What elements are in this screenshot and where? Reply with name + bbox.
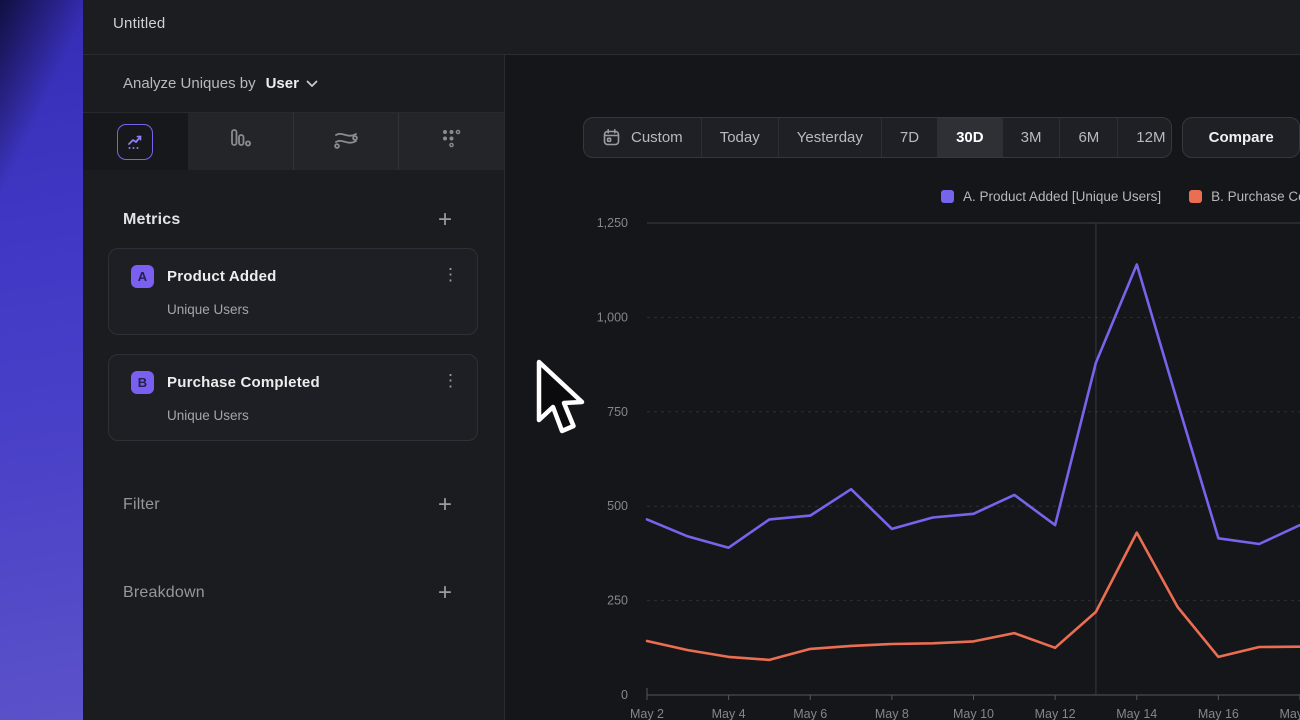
- main-pane: Custom Today Yesterday 7D 30D 3M 6M 12M …: [505, 55, 1300, 720]
- range-label: 3M: [1021, 129, 1042, 146]
- filter-heading: Filter: [123, 496, 160, 514]
- chart-type-tabs: [83, 113, 504, 170]
- legend-label: B. Purchase Completed [Unique Users]: [1211, 189, 1300, 204]
- line-chart: 0 250 500 750 1,000 1,250 May 2 May 4 May 6 May 8…: [505, 205, 1300, 720]
- metrics-section-header: Metrics +: [83, 208, 504, 232]
- metric-measure: Unique Users: [167, 408, 461, 423]
- metrics-heading: Metrics: [123, 211, 180, 229]
- legend-swatch-b: [1189, 190, 1202, 203]
- analyze-by-dropdown[interactable]: User: [266, 75, 318, 93]
- metric-card-a[interactable]: A Product Added ⋮ Unique Users: [108, 248, 478, 335]
- analyze-label: Analyze Uniques by: [123, 75, 256, 92]
- range-30d[interactable]: 30D: [937, 118, 1002, 157]
- add-metric-button[interactable]: +: [438, 208, 452, 232]
- chart-legend: A. Product Added [Unique Users] B. Purch…: [941, 189, 1300, 204]
- svg-text:May 8: May 8: [875, 707, 909, 720]
- calendar-icon: [602, 128, 621, 147]
- svg-text:May 2: May 2: [630, 707, 664, 720]
- range-12m[interactable]: 12M: [1117, 118, 1172, 157]
- range-yesterday[interactable]: Yesterday: [778, 118, 881, 157]
- range-label: Custom: [631, 129, 683, 146]
- svg-text:May 10: May 10: [953, 707, 994, 720]
- metric-badge-a: A: [131, 265, 154, 288]
- analyze-by-value: User: [266, 75, 299, 92]
- svg-text:750: 750: [607, 405, 628, 419]
- range-6m[interactable]: 6M: [1059, 118, 1117, 157]
- legend-item-b[interactable]: B. Purchase Completed [Unique Users]: [1189, 189, 1300, 204]
- app-window: Untitled Analyze Uniques by User: [0, 0, 1300, 720]
- bar-chart-icon: [227, 126, 253, 157]
- add-breakdown-button[interactable]: +: [438, 581, 452, 605]
- tab-line-chart[interactable]: [83, 113, 188, 170]
- svg-text:0: 0: [621, 688, 628, 702]
- range-label: 6M: [1078, 129, 1099, 146]
- svg-text:1,250: 1,250: [597, 216, 628, 230]
- metric-name: Product Added: [167, 268, 277, 285]
- svg-text:1,000: 1,000: [597, 310, 628, 324]
- metric-measure: Unique Users: [167, 302, 461, 317]
- range-label: 7D: [900, 129, 919, 146]
- svg-text:500: 500: [607, 499, 628, 513]
- add-filter-button[interactable]: +: [438, 493, 452, 517]
- filter-section-header: Filter +: [83, 493, 504, 517]
- metric-badge-b: B: [131, 371, 154, 394]
- svg-text:May 6: May 6: [793, 707, 827, 720]
- range-custom[interactable]: Custom: [584, 118, 701, 157]
- kebab-menu-icon[interactable]: ⋮: [442, 265, 459, 285]
- chevron-down-icon: [306, 75, 318, 93]
- range-label: 30D: [956, 129, 984, 146]
- range-3m[interactable]: 3M: [1002, 118, 1060, 157]
- range-today[interactable]: Today: [701, 118, 778, 157]
- tab-bar-chart[interactable]: [188, 113, 293, 170]
- grid-icon: [439, 126, 465, 157]
- range-label: Today: [720, 129, 760, 146]
- breakdown-heading: Breakdown: [123, 584, 205, 602]
- date-range-toolbar: Custom Today Yesterday 7D 30D 3M 6M 12M …: [583, 117, 1300, 158]
- svg-text:250: 250: [607, 594, 628, 608]
- metric-name: Purchase Completed: [167, 374, 320, 391]
- compare-button[interactable]: Compare: [1182, 117, 1300, 158]
- brand-accent-strip: [0, 0, 83, 720]
- metric-row: B Purchase Completed: [131, 371, 461, 394]
- svg-text:May 16: May 16: [1198, 707, 1239, 720]
- analyze-row: Analyze Uniques by User: [83, 55, 504, 113]
- top-header: Untitled: [83, 0, 1300, 55]
- svg-text:May 18: May 18: [1280, 707, 1300, 720]
- breakdown-section-header: Breakdown +: [83, 581, 504, 605]
- legend-item-a[interactable]: A. Product Added [Unique Users]: [941, 189, 1161, 204]
- line-chart-icon: [117, 124, 153, 160]
- svg-text:May 12: May 12: [1035, 707, 1076, 720]
- tab-grid[interactable]: [398, 113, 504, 170]
- sidebar: Analyze Uniques by User: [83, 55, 505, 720]
- document-title: Untitled: [113, 15, 165, 32]
- range-label: Yesterday: [797, 129, 863, 146]
- svg-text:May 14: May 14: [1116, 707, 1157, 720]
- flow-icon: [332, 127, 360, 156]
- svg-text:May 4: May 4: [712, 707, 746, 720]
- legend-label: A. Product Added [Unique Users]: [963, 189, 1161, 204]
- date-range-group: Custom Today Yesterday 7D 30D 3M 6M 12M: [583, 117, 1172, 158]
- metric-card-b[interactable]: B Purchase Completed ⋮ Unique Users: [108, 354, 478, 441]
- range-7d[interactable]: 7D: [881, 118, 937, 157]
- legend-swatch-a: [941, 190, 954, 203]
- kebab-menu-icon[interactable]: ⋮: [442, 371, 459, 391]
- range-label: 12M: [1136, 129, 1165, 146]
- metric-row: A Product Added: [131, 265, 461, 288]
- tab-flow[interactable]: [293, 113, 399, 170]
